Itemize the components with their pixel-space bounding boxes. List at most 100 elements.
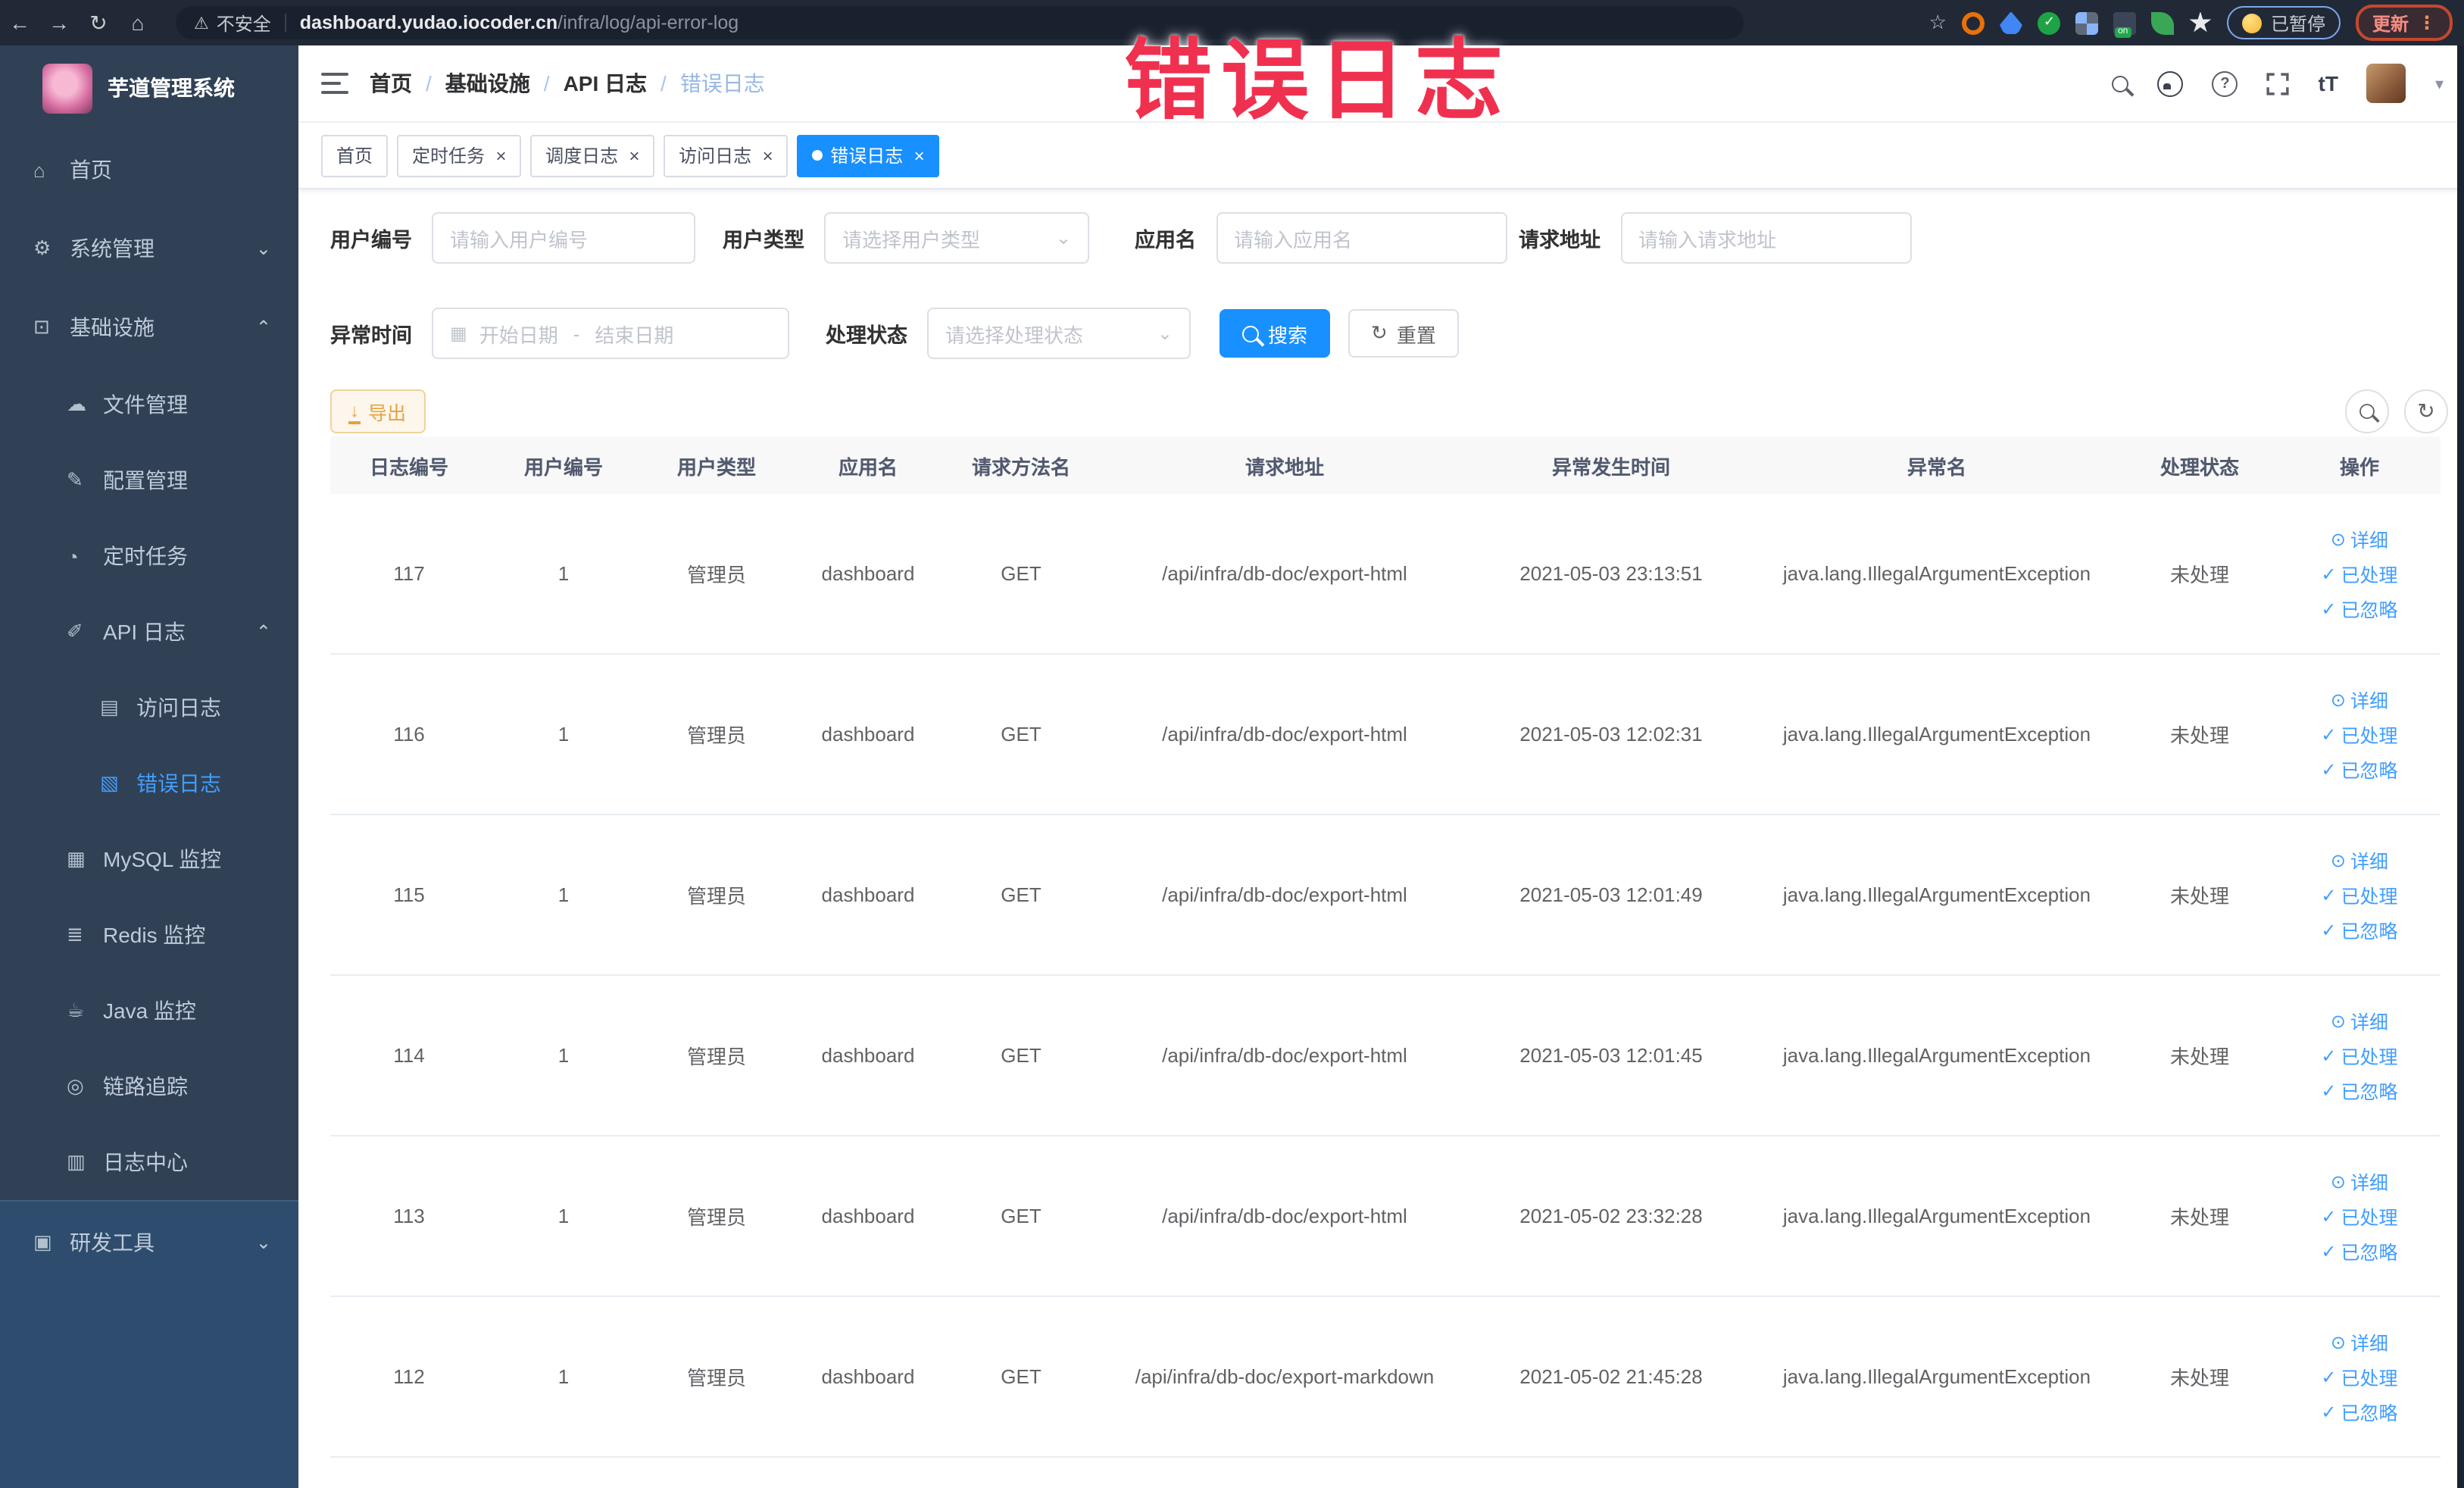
user-id-input[interactable]: 请输入用户编号 <box>432 212 695 264</box>
ignored-link-label: 已忽略 <box>2341 1082 2398 1103</box>
process-status-select[interactable]: 请选择处理状态 <box>927 308 1191 359</box>
toggle-search-button[interactable] <box>2345 389 2389 433</box>
font-size-icon[interactable] <box>2319 71 2338 95</box>
processed-link[interactable]: 已处理 <box>2321 880 2398 909</box>
reset-icon <box>1371 321 1388 345</box>
breadcrumb-item[interactable]: 首页 <box>370 68 412 98</box>
cell-status: 未处理 <box>2121 654 2278 815</box>
extension-orange-icon[interactable] <box>1961 11 1985 34</box>
view-tab[interactable]: 定时任务 × <box>397 134 522 177</box>
detail-link[interactable]: 详细 <box>2331 1167 2388 1196</box>
home-button-icon[interactable] <box>118 11 158 35</box>
ignored-link[interactable]: 已忽略 <box>2321 1397 2398 1426</box>
sidebar-toggle-icon[interactable] <box>321 73 348 94</box>
sidebar-item-label: 基础设施 <box>70 315 155 339</box>
sidebar-item[interactable]: 定时任务 <box>0 518 298 594</box>
sidebar-item[interactable]: Redis 监控 <box>0 897 298 973</box>
sidebar-item[interactable]: 链路追踪 <box>0 1049 298 1124</box>
close-icon[interactable]: × <box>495 146 506 164</box>
help-icon[interactable]: ? <box>2212 70 2238 96</box>
fullscreen-icon[interactable] <box>2266 72 2290 95</box>
search-icon[interactable] <box>2112 75 2129 92</box>
detail-link[interactable]: 详细 <box>2331 1327 2388 1356</box>
overflow-menu-icon[interactable] <box>2418 12 2436 33</box>
cell-exception-time: 2021-05-03 23:13:51 <box>1469 494 1753 655</box>
extension-switch-icon[interactable] <box>2113 11 2136 37</box>
sidebar-item[interactable]: 配置管理 <box>0 442 298 518</box>
breadcrumb-item[interactable]: 错误日志 <box>680 68 765 98</box>
detail-link[interactable]: 详细 <box>2331 846 2388 874</box>
security-warning-icon[interactable] <box>194 13 209 33</box>
ignored-link[interactable]: 已忽略 <box>2321 1236 2398 1265</box>
address-bar[interactable]: 不安全 dashboard.yudao.iocoder.cn /infra/lo… <box>176 6 1744 39</box>
view-tab[interactable]: 首页 × <box>321 134 389 177</box>
app-name-placeholder: 请输入应用名 <box>1234 228 1353 251</box>
extension-blue-drop-icon[interactable] <box>1999 11 2022 34</box>
cell-request-url: /api/infra/db-doc/export-html <box>1100 814 1469 976</box>
sidebar-item[interactable]: API 日志 <box>0 594 298 670</box>
exception-time-range-input[interactable]: 开始日期 - 结束日期 <box>432 308 789 359</box>
breadcrumb-item[interactable]: API 日志 <box>564 68 647 98</box>
forward-icon[interactable] <box>39 11 79 35</box>
request-url-input[interactable]: 请输入请求地址 <box>1620 212 1911 264</box>
ignored-link[interactable]: 已忽略 <box>2321 755 2398 783</box>
detail-link[interactable]: 详细 <box>2331 685 2388 714</box>
extension-grid-icon[interactable] <box>2075 11 2098 34</box>
reload-icon[interactable] <box>79 10 118 36</box>
github-icon[interactable] <box>2157 70 2184 96</box>
breadcrumb-item[interactable]: 基础设施 <box>445 68 530 98</box>
back-icon[interactable] <box>0 11 39 35</box>
paused-label: 已暂停 <box>2270 13 2325 34</box>
reset-button[interactable]: 重置 <box>1348 309 1459 358</box>
detail-link[interactable]: 详细 <box>2331 1006 2388 1035</box>
breadcrumb-separator: / <box>543 71 550 95</box>
cell-app-name: dashboard <box>794 1296 942 1458</box>
security-label[interactable]: 不安全 <box>217 10 271 36</box>
processed-link[interactable]: 已处理 <box>2321 1041 2398 1070</box>
processed-link[interactable]: 已处理 <box>2321 720 2398 749</box>
view-tab[interactable]: 调度日志 × <box>530 134 655 177</box>
profile-paused-pill[interactable]: 已暂停 <box>2226 6 2341 39</box>
view-tab[interactable]: 错误日志 × <box>797 134 940 177</box>
refresh-button[interactable] <box>2404 389 2448 433</box>
sidebar-item[interactable]: 研发工具 <box>0 1200 298 1283</box>
export-button[interactable]: 导出 <box>330 389 426 433</box>
sidebar-item-label: API 日志 <box>103 620 186 644</box>
ignored-link[interactable]: 已忽略 <box>2321 915 2398 944</box>
ignored-link[interactable]: 已忽略 <box>2321 1076 2398 1105</box>
sidebar-item[interactable]: MySQL 监控 <box>0 821 298 897</box>
sidebar-item[interactable]: 错误日志 <box>0 746 298 821</box>
view-tab-label: 错误日志 <box>830 145 904 167</box>
ignored-link[interactable]: 已忽略 <box>2321 594 2398 623</box>
sidebar-item[interactable]: 文件管理 <box>0 367 298 442</box>
close-icon[interactable]: × <box>762 146 773 164</box>
sidebar-item[interactable]: Java 监控 <box>0 973 298 1049</box>
sidebar-item[interactable]: 访问日志 <box>0 670 298 746</box>
request-url-placeholder: 请输入请求地址 <box>1638 228 1777 251</box>
app-logo[interactable]: 芋道管理系统 <box>0 45 298 130</box>
view-tab[interactable]: 访问日志 × <box>664 134 789 177</box>
sidebar-item[interactable]: 首页 <box>0 130 298 209</box>
bookmark-star-icon[interactable] <box>1929 11 1947 35</box>
detail-link[interactable]: 详细 <box>2331 524 2388 553</box>
cell-exception-time: 2021-05-03 12:02:31 <box>1469 654 1753 815</box>
processed-link[interactable]: 已处理 <box>2321 1202 2398 1230</box>
column-header: 用户类型 <box>639 436 794 494</box>
avatar[interactable] <box>2366 64 2406 103</box>
app-name-input[interactable]: 请输入应用名 <box>1216 212 1507 264</box>
extension-star-icon[interactable] <box>2189 11 2212 33</box>
search-button[interactable]: 搜索 <box>1220 309 1331 358</box>
sidebar-item[interactable]: 日志中心 <box>0 1124 298 1200</box>
processed-link[interactable]: 已处理 <box>2321 559 2398 588</box>
sidebar-item[interactable]: 系统管理 <box>0 209 298 288</box>
extension-leaf-icon[interactable] <box>2150 11 2174 34</box>
user-caret-icon[interactable] <box>2435 73 2444 93</box>
extension-green-check-icon[interactable] <box>2037 11 2060 34</box>
sidebar-item[interactable]: 基础设施 <box>0 288 298 367</box>
user-type-select[interactable]: 请选择用户类型 <box>824 212 1089 264</box>
table-row: 116 1 管理员 dashboard GET /api/infra/db-do… <box>330 654 2441 815</box>
update-button[interactable]: 更新 <box>2355 5 2453 41</box>
processed-link[interactable]: 已处理 <box>2321 1362 2398 1391</box>
close-icon[interactable]: × <box>629 146 639 164</box>
close-icon[interactable]: × <box>913 146 924 164</box>
